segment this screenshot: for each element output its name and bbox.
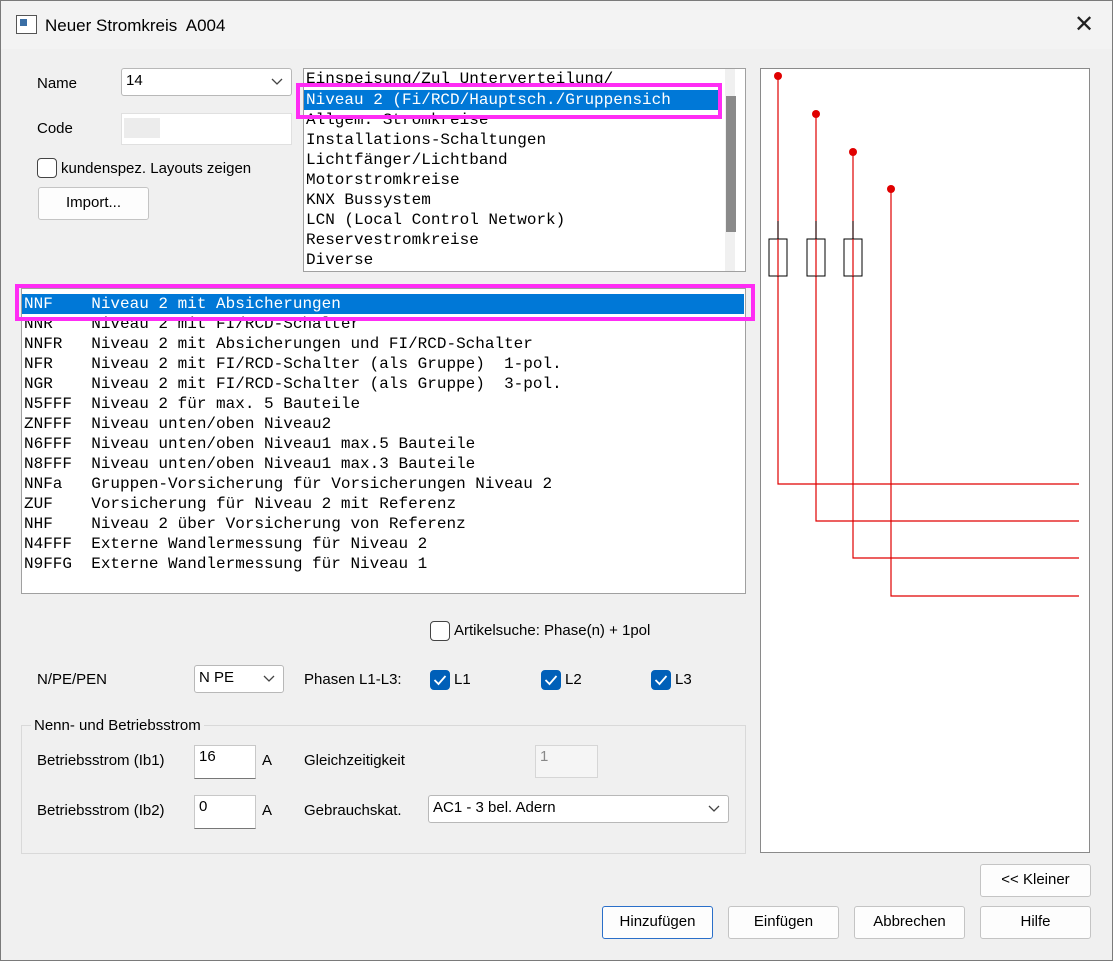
category-item[interactable]: KNX Bussystem [304,190,431,210]
name-label: Name [37,75,78,92]
layout-item-selected[interactable]: NNF Niveau 2 mit Absicherungen [22,294,744,314]
layout-item[interactable]: N5FFF Niveau 2 für max. 5 Bauteile [22,394,360,414]
code-input-fill [124,118,160,138]
ib1-label: Betriebsstrom (Ib1) [37,752,165,769]
article-search-checkbox[interactable] [430,621,450,641]
phase-l1-label: L1 [454,671,471,688]
add-button[interactable]: Hinzufügen [602,906,713,939]
current-group-title: Nenn- und Betriebsstrom [31,717,204,734]
category-item[interactable]: Diverse [304,250,373,270]
gleichzeitigkeit-label: Gleichzeitigkeit [304,752,405,769]
ib1-unit: A [262,752,273,769]
layout-item[interactable]: N6FFF Niveau unten/oben Niveau1 max.5 Ba… [22,434,475,454]
dialog-window: Neuer Stromkreis A004 ✕ Name 14 Code kun… [0,0,1113,961]
category-item[interactable]: LCN (Local Control Network) [304,210,565,230]
terminal-dot [812,110,820,118]
layout-item[interactable]: N9FFG Externe Wandlermessung für Niveau … [22,554,427,574]
category-item[interactable]: Motorstromkreise [304,170,460,190]
category-item[interactable]: Einspeisung/Zul Unterverteilung/ [304,69,613,89]
current-group-box [21,725,746,854]
wires [777,76,1079,597]
name-value: 14 [126,72,143,89]
close-icon[interactable]: ✕ [1062,5,1106,45]
layout-item[interactable]: NNFR Niveau 2 mit Absicherungen und FI/R… [22,334,533,354]
npe-value: N PE [199,669,235,686]
phase-l2-label: L2 [565,671,582,688]
phase-l1-checkbox[interactable] [430,670,450,690]
phases-label: Phasen L1-L3: [304,671,402,688]
category-list[interactable]: Einspeisung/Zul Unterverteilung/ Niveau … [303,68,746,272]
ib1-input[interactable]: 16 [194,745,256,779]
cancel-button[interactable]: Abbrechen [854,906,965,939]
terminal-dot [887,185,895,193]
gebrauchskat-label: Gebrauchskat. [304,802,402,819]
phase-l3-checkbox[interactable] [651,670,671,690]
fuse-wires [777,239,854,276]
wire-2 [815,114,1079,522]
phase-l2-checkbox[interactable] [541,670,561,690]
chevron-down-icon [263,675,275,682]
chevron-down-icon [271,78,283,85]
gleichzeitigkeit-input[interactable]: 1 [535,745,598,778]
wire-3 [852,152,1079,559]
layout-item[interactable]: NNR Niveau 2 mit FI/RCD-Schalter [22,314,360,334]
layout-item[interactable]: N4FFF Externe Wandlermessung für Niveau … [22,534,427,554]
help-button[interactable]: Hilfe [980,906,1091,939]
name-combo[interactable]: 14 [121,68,292,96]
category-scroll-thumb[interactable] [726,96,736,232]
category-item[interactable]: Reservestromkreise [304,230,479,250]
layout-item[interactable]: ZUF Vorsicherung für Niveau 2 mit Refere… [22,494,456,514]
gebrauchskat-value: AC1 - 3 bel. Adern [433,799,556,816]
checkmark-icon [654,675,668,686]
layout-item[interactable]: NHF Niveau 2 über Vorsicherung von Refer… [22,514,466,534]
terminals [774,72,895,193]
category-item[interactable]: Installations-Schaltungen [304,130,546,150]
gebrauchskat-combo[interactable]: AC1 - 3 bel. Adern [428,795,729,823]
article-search-label: Artikelsuche: Phase(n) + 1pol [454,622,651,639]
custom-layouts-checkbox[interactable] [37,158,57,178]
layout-list[interactable]: NNF Niveau 2 mit Absicherungen NNR Nivea… [21,288,746,594]
ib2-label: Betriebsstrom (Ib2) [37,802,165,819]
import-button[interactable]: Import... [38,187,149,220]
wire-1 [777,76,1079,485]
layout-item[interactable]: NFR Niveau 2 mit FI/RCD-Schalter (als Gr… [22,354,562,374]
layout-item[interactable]: N8FFF Niveau unten/oben Niveau1 max.3 Ba… [22,454,475,474]
wire-4 [890,189,1079,597]
code-input[interactable] [121,113,292,145]
ib2-unit: A [262,802,273,819]
title-bar: Neuer Stromkreis A004 ✕ [1,1,1112,49]
checkmark-icon [544,675,558,686]
chevron-down-icon [708,805,720,812]
terminal-dot [849,148,857,156]
ib2-input[interactable]: 0 [194,795,256,829]
category-item[interactable]: Lichtfänger/Lichtband [304,150,508,170]
npe-label: N/PE/PEN [37,671,108,688]
phase-l3-label: L3 [675,671,692,688]
checkmark-icon [433,675,447,686]
code-label: Code [37,120,73,137]
category-item-selected[interactable]: Niveau 2 (Fi/RCD/Hauptsch./Gruppensich [304,90,718,110]
npe-combo[interactable]: N PE [194,665,284,693]
layout-item[interactable]: ZNFFF Niveau unten/oben Niveau2 [22,414,331,434]
app-icon [16,15,37,34]
layout-item[interactable]: NGR Niveau 2 mit FI/RCD-Schalter (als Gr… [22,374,562,394]
category-scrollbar[interactable] [725,69,736,271]
custom-layouts-label: kundenspez. Layouts zeigen [61,160,252,177]
smaller-button[interactable]: << Kleiner [980,864,1091,897]
circuit-preview [760,68,1090,853]
terminal-dot [774,72,782,80]
layout-item[interactable]: NNFa Gruppen-Vorsicherung für Vorsicheru… [22,474,552,494]
insert-button[interactable]: Einfügen [728,906,839,939]
circuit-diagram [768,72,1079,597]
category-item[interactable]: Allgem. Stromkreise [304,110,488,130]
window-title: Neuer Stromkreis A004 [45,16,226,35]
